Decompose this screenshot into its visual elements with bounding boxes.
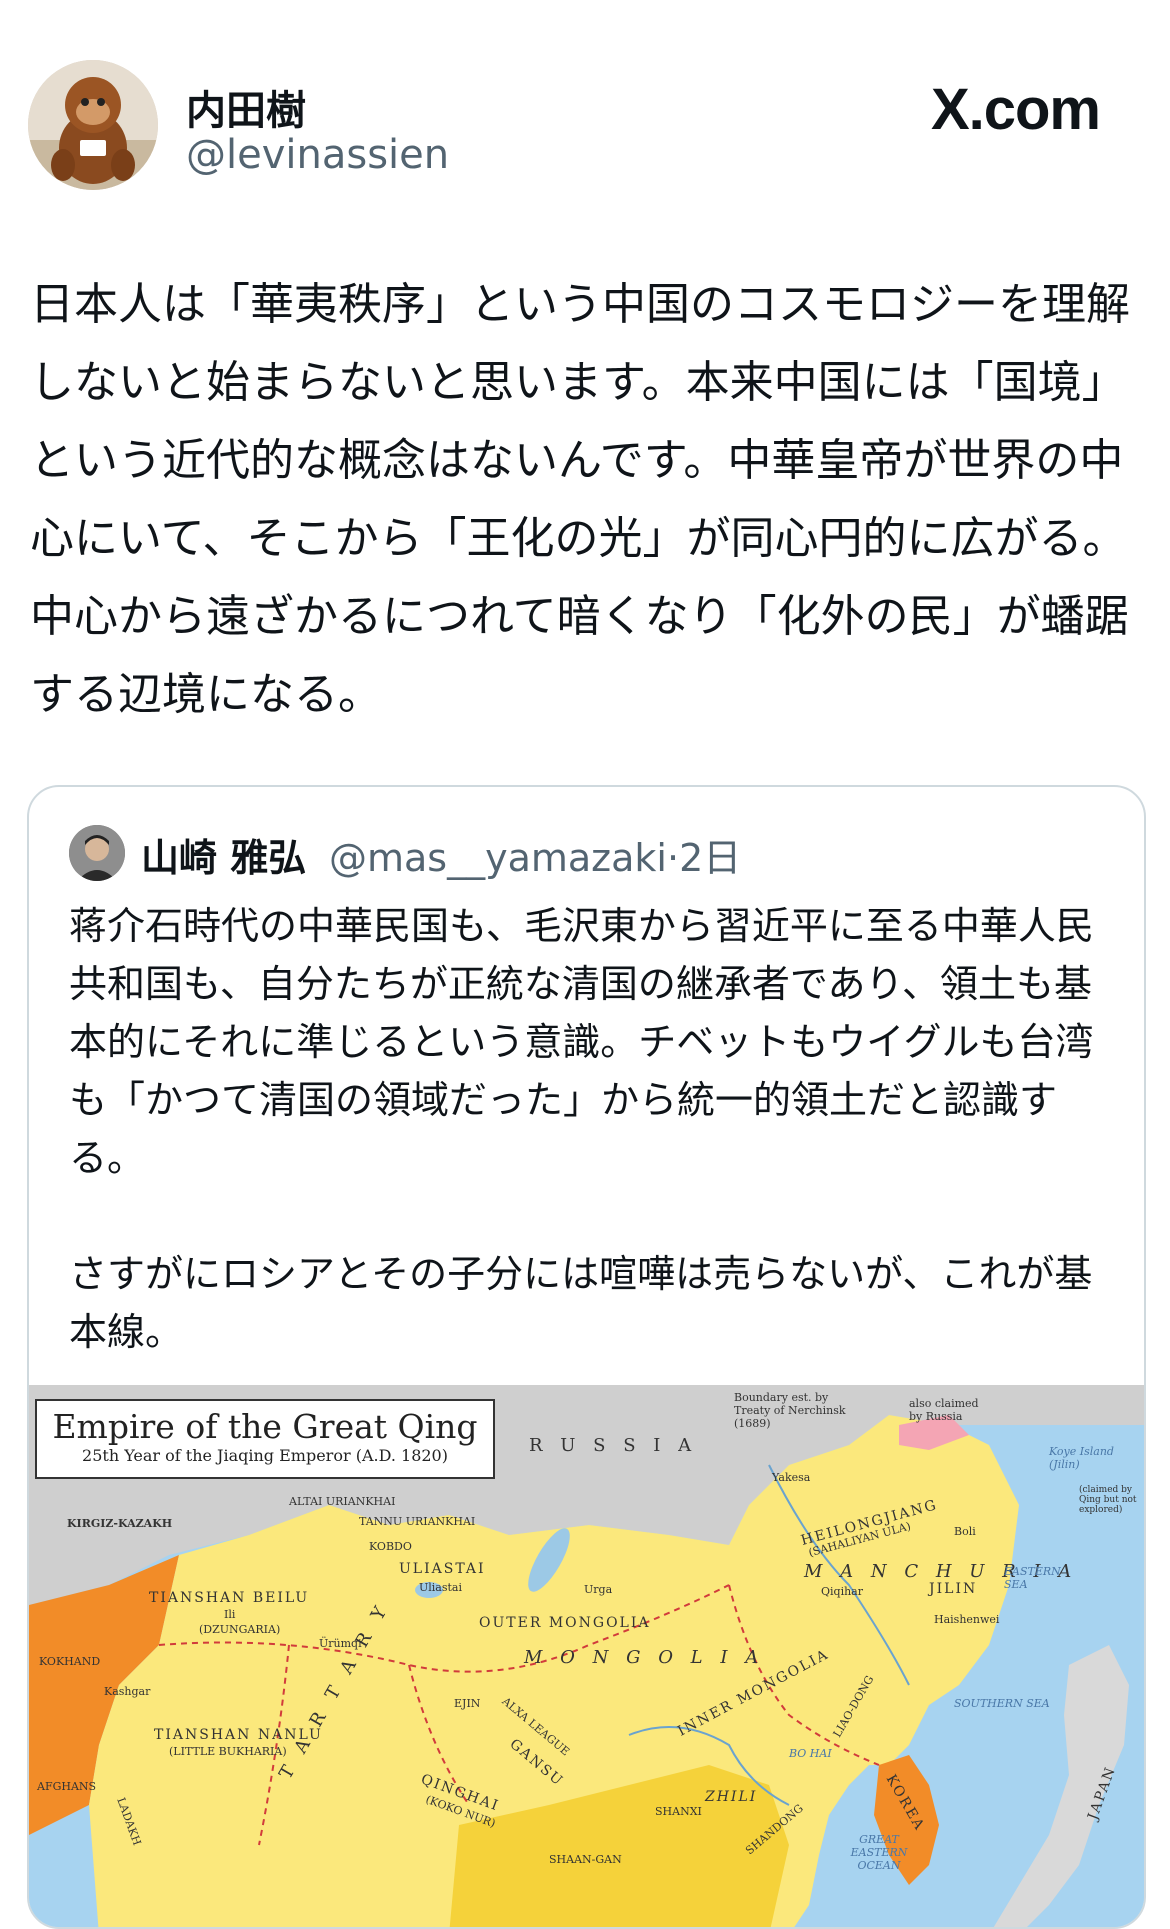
quoted-author-meta: @mas__yamazaki·2日 [329,827,741,882]
qing-empire-map-image[interactable]: Empire of the Great Qing 25th Year of th… [29,1385,1144,1927]
map-label-shanxi: SHANXI [655,1805,702,1818]
map-label-shaan-gan: SHAAN-GAN [549,1853,622,1866]
map-label-claimed: also claimed by Russia [909,1397,979,1423]
map-label-dzungaria: (DZUNGARIA) [199,1623,281,1636]
map-label-great-eastern-ocean: GREAT EASTERN OCEAN [850,1833,908,1872]
quoted-author-name: 山崎 雅弘 [141,836,307,880]
map-label-afghans: AFGHANS [37,1780,97,1793]
map-label-claimed-qing: (claimed by Qing but not explored) [1079,1485,1137,1515]
map-label-mongolia: M O N G O L I A [524,1647,765,1668]
map-label-kobdo: KOBDO [369,1540,412,1553]
map-label-altai: ALTAI URIANKHAI [289,1495,396,1508]
map-label-ejin: EJIN [454,1697,481,1710]
map-label-kashgar: Kashgar [104,1685,151,1698]
map-label-yakesa: Yakesa [772,1471,811,1484]
map-label-uliastai-city: Uliastai [419,1581,463,1594]
map-label-kirgiz: KIRGIZ-KAZAKH [67,1517,173,1530]
map-label-uliastai: ULIASTAI [399,1561,486,1577]
map-label-ili: Ili [224,1608,236,1621]
map-label-kokhand: KOKHAND [39,1655,101,1668]
x-brand-logo: X.com [930,77,1101,142]
map-label-koye: Koye Island (Jilin) [1049,1445,1114,1471]
map-label-urga: Urga [584,1583,613,1596]
map-label-eastern-sea: EASTERN SEA [1004,1565,1061,1591]
map-label-haishenwei: Haishenwei [934,1613,1000,1626]
tweet-body-text: 日本人は「華夷秩序」という中国のコスモロジーを理解しないと始まらないと思います。… [30,279,1130,720]
map-label-qiqihar: Qiqihar [821,1585,863,1598]
tweet-header: 内田樹 @levinassien X.com [0,0,1170,230]
meta-separator: · [666,836,680,880]
map-label-tianshan-beilu: TIANSHAN BEILU [149,1590,310,1606]
person-portrait-image [69,825,125,881]
map-label-russia: R U S S I A [529,1435,698,1456]
map-label-jilin: JILIN [929,1581,978,1597]
map-label-boli: Boli [954,1525,976,1538]
map-label-zhili: ZHILI [705,1789,758,1805]
quoted-author-avatar [69,825,125,881]
map-label-boundary: Boundary est. by Treaty of Nerchinsk (16… [734,1391,846,1430]
author-avatar[interactable] [28,60,158,190]
map-title-box: Empire of the Great Qing 25th Year of th… [35,1399,495,1479]
orangutan-plush-image [28,60,158,190]
map-title: Empire of the Great Qing [52,1407,478,1446]
map-label-tianshan-nanlu: TIANSHAN NANLU [154,1727,323,1743]
map-label-bo-hai: BO HAI [789,1747,832,1760]
quoted-tweet-card[interactable]: 山崎 雅弘 @mas__yamazaki·2日 蒋介石時代の中華民国も、毛沢東か… [27,785,1146,1929]
quoted-author-handle: @mas__yamazaki [329,836,667,880]
map-label-outer-mongolia: OUTER MONGOLIA [479,1615,651,1631]
map-label-little-bukharia: (LITTLE BUKHARIA) [169,1745,287,1758]
author-display-name[interactable]: 内田樹 [186,78,306,136]
map-label-tannu: TANNU URIANKHAI [359,1515,476,1528]
map-subtitle: 25th Year of the Jiaqing Emperor (A.D. 1… [82,1446,448,1465]
quoted-timestamp: 2日 [679,836,742,880]
map-label-southern-sea: SOUTHERN SEA [954,1697,1050,1710]
quoted-tweet-text: 蒋介石時代の中華民国も、毛沢東から習近平に至る中華人民共和国も、自分たちが正統な… [69,904,1094,1354]
author-handle[interactable]: @levinassien [186,132,449,178]
